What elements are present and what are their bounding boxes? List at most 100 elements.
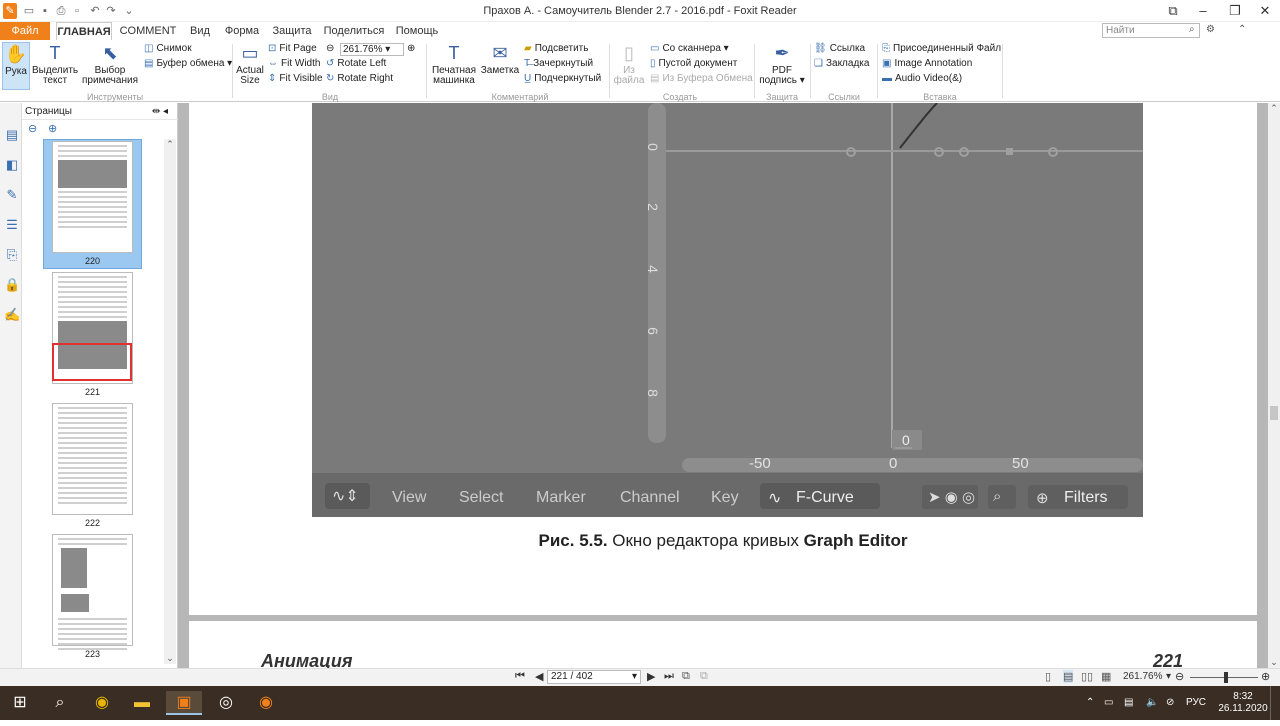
tab-file[interactable]: Файл bbox=[0, 22, 50, 40]
chrome-icon[interactable]: ◉ bbox=[84, 691, 120, 715]
keyboard-language[interactable]: РУС bbox=[1186, 686, 1206, 720]
bookmarks-icon[interactable]: ☰ bbox=[4, 217, 20, 233]
tray-app-icon[interactable]: ⊘ bbox=[1166, 686, 1174, 720]
graph-menu-key: Key bbox=[711, 489, 739, 506]
zoom-select[interactable]: 261.76% ▾ bbox=[340, 43, 404, 56]
typewriter-button[interactable]: T Печатная машинка bbox=[430, 42, 478, 86]
fit-visible-button[interactable]: ⇕ Fit Visible bbox=[268, 72, 323, 86]
select-text-button[interactable]: T Выделить текст bbox=[32, 42, 78, 86]
from-clipboard-button[interactable]: ▤ Из Буфера Обмена bbox=[650, 72, 753, 86]
strikeout-button[interactable]: T̶ Зачеркнутый bbox=[524, 57, 593, 71]
tray-battery-icon[interactable]: ▭ bbox=[1104, 686, 1113, 720]
zoom-level[interactable]: 261.76% bbox=[1123, 671, 1162, 682]
tab-home[interactable]: ГЛАВНАЯ bbox=[56, 22, 112, 40]
from-file-button[interactable]: ▯ Из файла bbox=[612, 42, 646, 86]
attach-file-button[interactable]: ⎘ Присоединенный Файл bbox=[882, 42, 1001, 56]
tray-volume-icon[interactable]: 🔈 bbox=[1146, 686, 1158, 720]
image-annotation-button[interactable]: ▣ Image Annotation bbox=[882, 57, 972, 71]
single-page-icon[interactable]: ▯ bbox=[1045, 670, 1051, 683]
tray-expand-icon[interactable]: ⌃ bbox=[1086, 686, 1094, 720]
rotate-right-button[interactable]: ↻ Rotate Right bbox=[326, 72, 393, 86]
search-input[interactable]: Найти bbox=[1102, 23, 1200, 38]
tab-help[interactable]: Помощь bbox=[394, 22, 440, 40]
search-icon[interactable]: ⌕ bbox=[42, 691, 78, 715]
tab-view[interactable]: Вид bbox=[184, 22, 216, 40]
snapshot-button[interactable]: ◫ Снимок bbox=[144, 42, 192, 56]
tab-protect[interactable]: Защита bbox=[270, 22, 314, 40]
fit-page-button[interactable]: ⊡ Fit Page bbox=[268, 42, 317, 56]
hand-tool-button[interactable]: ✋ Рука bbox=[2, 42, 30, 90]
thumbnail-scrollbar[interactable]: ⌃ ⌄ bbox=[164, 139, 176, 664]
page-number-input[interactable]: 221 / 402 ▾ bbox=[547, 670, 641, 684]
pointer-icon: ➤ ◉ ◎ bbox=[928, 489, 976, 506]
previous-page-icon[interactable]: ◀ bbox=[535, 670, 543, 683]
blender-icon[interactable]: ◉ bbox=[248, 691, 284, 715]
scanner-button[interactable]: ▭ Со сканнера ▾ bbox=[650, 42, 729, 56]
layout-icon[interactable]: ⧉ bbox=[1158, 0, 1188, 22]
foxit-reader-icon[interactable]: ▣ bbox=[166, 691, 202, 715]
close-button[interactable]: ✕ bbox=[1250, 0, 1280, 22]
fit-width-button[interactable]: ⇔ Fit Width bbox=[268, 57, 320, 71]
tray-network-icon[interactable]: ▤ bbox=[1124, 686, 1133, 720]
zoom-in-icon[interactable]: ⊕ bbox=[407, 42, 415, 56]
chevron-up-icon[interactable]: ⌃ bbox=[1238, 24, 1246, 35]
start-windows-icon[interactable]: ⊞ bbox=[2, 691, 38, 715]
zoom-dropdown-icon[interactable]: ▾ bbox=[1166, 671, 1171, 682]
clock-date[interactable]: 26.11.2020 bbox=[1218, 692, 1268, 726]
visible-area-indicator[interactable] bbox=[52, 343, 132, 381]
lock-icon[interactable]: 🔒 bbox=[4, 277, 20, 293]
document-scrollbar[interactable]: ⌃ ⌄ bbox=[1268, 103, 1280, 668]
link-icon: ⛓ bbox=[814, 43, 827, 54]
audio-video-button[interactable]: ▬ Audio Video(&) bbox=[882, 72, 962, 86]
select-annotation-button[interactable]: ⬉ Выбор примечания bbox=[82, 42, 138, 86]
page-thumbnail-220[interactable] bbox=[52, 141, 133, 253]
pdf-sign-button[interactable]: ✒ PDF подпись ▾ bbox=[758, 42, 806, 86]
document-view[interactable]: 0 2 4 6 8 -50 0 50 0 ∿⇕ View Select Mark… bbox=[178, 103, 1268, 671]
link-button[interactable]: ⛓ Ссылка bbox=[814, 42, 865, 56]
y-tick-label: 4 bbox=[644, 265, 661, 273]
thumbnail-zoom-out-icon[interactable]: ⊖ bbox=[28, 122, 37, 135]
file-explorer-icon[interactable]: ▬ bbox=[124, 691, 160, 715]
pages-panel: Страницы ⇹ ◂ ⊖ ⊕ ⌃ ⌄ 220 221 222 223 bbox=[22, 103, 178, 668]
restore-button[interactable]: ❐ bbox=[1220, 0, 1250, 22]
settings-icon[interactable]: ⚙ bbox=[1206, 24, 1215, 35]
zoom-out-icon[interactable]: ⊖ bbox=[1175, 670, 1184, 683]
highlight-button[interactable]: ▰ Подсветить bbox=[524, 42, 588, 56]
last-page-icon[interactable]: ⏭ bbox=[664, 670, 674, 683]
next-page-icon[interactable]: ▶ bbox=[647, 670, 655, 683]
obs-icon[interactable]: ◎ bbox=[208, 691, 244, 715]
underline-button[interactable]: U̲ Подчеркнутый bbox=[524, 72, 601, 86]
tab-form[interactable]: Форма bbox=[222, 22, 262, 40]
zoom-out-icon[interactable]: ⊖ bbox=[326, 42, 334, 56]
panel-pin-icon[interactable]: ⇹ ◂ bbox=[152, 103, 168, 120]
actual-size-button[interactable]: ▭ Actual Size bbox=[236, 42, 264, 86]
previous-view-icon[interactable]: ⧉ bbox=[682, 670, 690, 683]
tab-share[interactable]: Поделиться bbox=[322, 22, 386, 40]
first-page-icon[interactable]: ⏮ bbox=[515, 670, 525, 683]
page-thumbnail-222[interactable] bbox=[52, 403, 133, 515]
layers-icon[interactable]: ◧ bbox=[4, 157, 20, 173]
fcurve-icon: ∿ bbox=[768, 490, 782, 507]
page-thumbnail-223[interactable] bbox=[52, 534, 133, 650]
comments-icon[interactable]: ✎ bbox=[4, 187, 20, 203]
search-icon[interactable]: ⌕ bbox=[1189, 24, 1195, 35]
camera-icon: ◫ bbox=[144, 43, 154, 54]
show-desktop-button[interactable] bbox=[1270, 686, 1280, 720]
next-view-icon[interactable]: ⧉ bbox=[700, 670, 708, 683]
clipboard-button[interactable]: ▤ Буфер обмена ▾ bbox=[144, 57, 232, 71]
facing-pages-icon[interactable]: ▯▯ bbox=[1081, 670, 1093, 683]
thumbnail-zoom-in-icon[interactable]: ⊕ bbox=[48, 122, 57, 135]
bookmark-button[interactable]: ❏ Закладка bbox=[814, 57, 869, 71]
rotate-left-button[interactable]: ↺ Rotate Left bbox=[326, 57, 386, 71]
scroll-thumb[interactable] bbox=[1270, 406, 1278, 420]
note-button[interactable]: ✉ Заметка bbox=[480, 42, 520, 76]
blank-document-button[interactable]: ▯ Пустой документ bbox=[650, 57, 737, 71]
attachments-icon[interactable]: ⎘ bbox=[4, 247, 20, 263]
tab-comment[interactable]: COMMENT bbox=[118, 22, 178, 40]
minimize-button[interactable]: – bbox=[1188, 0, 1218, 22]
continuous-page-icon[interactable]: ▤ bbox=[1063, 670, 1074, 683]
zoom-in-icon[interactable]: ⊕ bbox=[1261, 670, 1270, 683]
signature-panel-icon[interactable]: ✍ bbox=[4, 307, 20, 323]
continuous-facing-icon[interactable]: ▦ bbox=[1101, 670, 1111, 683]
pages-panel-icon[interactable]: ▤ bbox=[4, 127, 20, 143]
